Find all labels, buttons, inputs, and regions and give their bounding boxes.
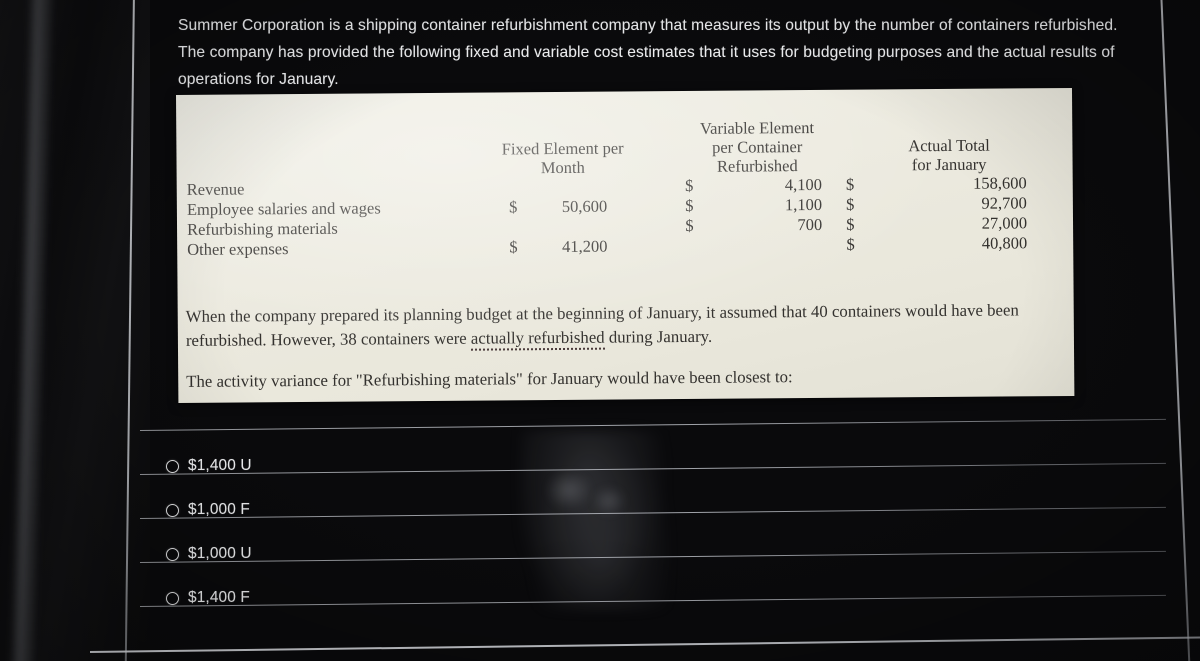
answer-option-2[interactable]: $1,000 F xyxy=(166,501,250,519)
radio-button-icon[interactable] xyxy=(166,591,179,605)
option-separator xyxy=(139,462,1166,475)
answer-option-label: $1,000 U xyxy=(188,545,252,562)
cell-fixed-revenue xyxy=(455,176,671,198)
page-border-bottom xyxy=(89,636,1200,653)
header-blank-1 xyxy=(184,121,454,142)
answer-option-4[interactable]: $1,400 F xyxy=(166,589,250,607)
cell-actual-refurbishing-materials: $ 27,000 xyxy=(844,213,1055,235)
currency-symbol: $ xyxy=(846,214,855,234)
currency-symbol: $ xyxy=(685,215,694,236)
header-actual-line-1: Actual Total xyxy=(908,135,990,156)
spellcheck-underlined-phrase: actually refurbished xyxy=(470,327,605,351)
answer-option-label: $1,400 U xyxy=(188,457,252,474)
row-label-revenue: Revenue xyxy=(186,179,245,199)
header-variable-line-1: Variable Element xyxy=(699,117,815,138)
exhibit-content: Variable Element Fixed Element per per C… xyxy=(176,88,1074,403)
answer-option-1[interactable]: $1,400 U xyxy=(166,457,252,475)
header-blank-3 xyxy=(185,159,455,180)
header-variable-line-2: per Container xyxy=(711,137,803,157)
option-separator xyxy=(139,418,1166,431)
cell-variable-refurbishing-materials: $ 700 xyxy=(671,215,844,236)
amount-value: 158,600 xyxy=(973,173,1027,193)
row-label-refurbishing-materials: Refurbishing materials xyxy=(186,218,338,239)
header-fixed-line-2: Month xyxy=(540,157,585,178)
cell-variable-employee-salaries: $ 1,100 xyxy=(671,195,844,216)
screen-glare-reflection xyxy=(520,430,670,610)
header-fixed-line-1: Fixed Element per xyxy=(501,138,624,159)
row-label-employee-salaries: Employee salaries and wages xyxy=(186,198,381,219)
exhibit-image: Variable Element Fixed Element per per C… xyxy=(176,87,1075,403)
cell-actual-employee-salaries: $ 92,700 xyxy=(844,193,1055,215)
answer-option-label: $1,000 F xyxy=(188,501,250,518)
currency-symbol: $ xyxy=(846,234,855,254)
option-separator xyxy=(139,550,1166,563)
screen-glare-spot-upper xyxy=(546,470,592,510)
header-variable-line-3: Refurbished xyxy=(716,156,798,176)
cell-fixed-other-expenses: $ 41,200 xyxy=(455,236,671,258)
amount-value: 41,200 xyxy=(562,236,608,256)
answer-option-label: $1,400 F xyxy=(188,589,250,606)
currency-symbol: $ xyxy=(846,194,855,214)
header-actual-blank xyxy=(843,116,1054,137)
option-separator xyxy=(139,506,1166,519)
amount-value: 50,600 xyxy=(561,196,608,216)
radio-button-icon[interactable] xyxy=(166,459,179,473)
currency-symbol: $ xyxy=(508,197,518,217)
page-border-right xyxy=(1160,0,1191,661)
radio-button-icon[interactable] xyxy=(166,503,179,517)
amount-value: 700 xyxy=(797,214,823,235)
cell-actual-other-expenses: $ 40,800 xyxy=(844,233,1055,255)
radio-button-icon[interactable] xyxy=(166,547,179,561)
amount-value: 92,700 xyxy=(981,193,1027,213)
currency-symbol: $ xyxy=(845,174,855,194)
question-screen: Summer Corporation is a shipping contain… xyxy=(0,0,1200,661)
amount-value: 1,100 xyxy=(784,194,823,215)
option-separator xyxy=(139,594,1166,607)
currency-symbol: $ xyxy=(509,237,518,257)
screen-glare-spot-lower xyxy=(592,486,626,516)
row-label-other-expenses: Other expenses xyxy=(187,239,289,259)
answer-option-3[interactable]: $1,000 U xyxy=(166,545,252,563)
amount-value: 40,800 xyxy=(981,233,1028,253)
header-blank-2 xyxy=(184,140,454,161)
cost-estimate-table: Variable Element Fixed Element per per C… xyxy=(184,116,1055,260)
activity-variance-prompt: The activity variance for "Refurbishing … xyxy=(186,367,793,391)
currency-symbol: $ xyxy=(684,175,694,196)
amount-value: 4,100 xyxy=(784,174,823,195)
cell-variable-revenue: $ 4,100 xyxy=(671,175,844,196)
header-actual-line-2: for January xyxy=(911,154,987,175)
cell-variable-other-expenses xyxy=(671,235,844,256)
table-header: Variable Element Fixed Element per per C… xyxy=(184,116,1054,180)
planning-budget-paragraph: When the company prepared its planning b… xyxy=(186,298,1066,353)
amount-value: 27,000 xyxy=(981,213,1028,233)
planning-budget-text-b: during January. xyxy=(604,326,713,347)
header-fixed-1 xyxy=(454,119,670,140)
question-intro-text: Summer Corporation is a shipping contain… xyxy=(178,17,1118,88)
cell-fixed-employee-salaries: $ 50,600 xyxy=(455,196,671,218)
cell-actual-revenue: $ 158,600 xyxy=(844,173,1055,195)
currency-symbol: $ xyxy=(685,195,694,216)
table-body: Revenue $ 4,100 $ 158,600 Employee salar… xyxy=(185,173,1056,260)
cell-fixed-refurbishing-materials xyxy=(455,216,671,238)
